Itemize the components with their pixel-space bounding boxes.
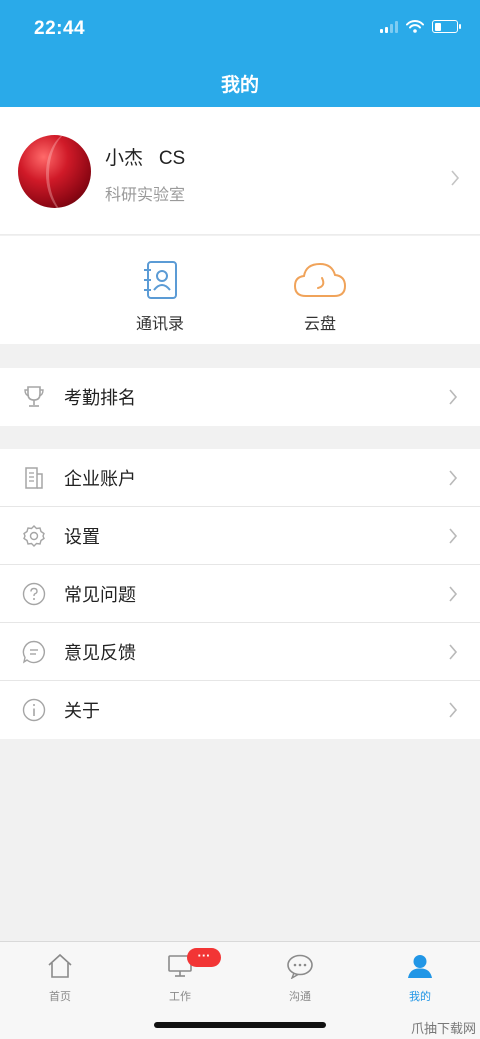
profile-card[interactable]: 小杰 CS 科研实验室 xyxy=(0,107,480,235)
menu-group-attendance: 考勤排名 xyxy=(0,368,480,426)
menu-item-faq[interactable]: 常见问题 xyxy=(0,565,480,623)
chevron-right-icon xyxy=(449,470,458,486)
contacts-book-icon xyxy=(144,261,177,299)
cloud-drive-label: 云盘 xyxy=(303,316,336,333)
profile-department: 科研实验室 xyxy=(105,187,186,204)
watermark: 爪抽下载网 xyxy=(410,1021,476,1036)
menu-label: 意见反馈 xyxy=(64,642,136,663)
menu-item-feedback[interactable]: 意见反馈 xyxy=(0,623,480,681)
tab-label: 我的 xyxy=(409,991,431,1003)
gear-icon xyxy=(22,524,46,548)
avatar xyxy=(18,135,91,208)
cloud-icon xyxy=(293,262,347,297)
tab-home[interactable]: 首页 xyxy=(0,952,120,1004)
contacts-label: 通讯录 xyxy=(135,316,184,333)
menu-item-settings[interactable]: 设置 xyxy=(0,507,480,565)
tab-label: 工作 xyxy=(169,991,191,1003)
chevron-right-icon xyxy=(449,644,458,660)
menu-item-enterprise-account[interactable]: 企业账户 xyxy=(0,449,480,507)
home-icon xyxy=(48,953,72,978)
signal-icon xyxy=(380,20,398,33)
menu-label: 考勤排名 xyxy=(64,388,136,408)
menu-label: 常见问题 xyxy=(64,584,136,605)
menu-item-attendance-ranking[interactable]: 考勤排名 xyxy=(0,368,480,426)
tab-mine[interactable]: 我的 xyxy=(360,952,480,1004)
wifi-icon xyxy=(406,20,424,33)
status-icons xyxy=(380,20,461,33)
menu-label: 关于 xyxy=(64,701,100,721)
trophy-icon xyxy=(22,385,46,409)
chevron-right-icon xyxy=(449,702,458,718)
building-icon xyxy=(22,466,46,490)
page-title: 我的 xyxy=(220,75,259,96)
menu-label: 设置 xyxy=(64,526,100,547)
tab-work[interactable]: ··· 工作 xyxy=(120,948,240,1004)
chevron-right-icon xyxy=(449,528,458,544)
quick-actions: 通讯录 云盘 xyxy=(0,236,480,344)
tab-chat[interactable]: 沟通 xyxy=(240,952,360,1004)
notification-badge: ··· xyxy=(187,948,221,967)
cloud-drive-button[interactable]: 云盘 xyxy=(270,258,370,334)
chevron-right-icon xyxy=(449,389,458,405)
chat-icon xyxy=(287,954,313,979)
battery-icon xyxy=(432,20,461,33)
tab-label: 首页 xyxy=(49,991,71,1003)
chevron-right-icon xyxy=(449,586,458,602)
contacts-button[interactable]: 通讯录 xyxy=(110,258,210,334)
info-icon xyxy=(22,698,46,722)
question-icon xyxy=(22,582,46,606)
menu-label: 企业账户 xyxy=(64,468,136,489)
menu-group-settings: 企业账户 设置 常见问题 意见反馈 关于 xyxy=(0,449,480,739)
tab-label: 沟通 xyxy=(289,991,311,1003)
feedback-icon xyxy=(22,640,46,664)
home-indicator xyxy=(154,1022,326,1028)
person-icon xyxy=(408,955,432,978)
nav-bar: 我的 xyxy=(0,58,480,107)
status-time: 22:44 xyxy=(34,18,86,39)
menu-item-about[interactable]: 关于 xyxy=(0,681,480,739)
chevron-right-icon xyxy=(451,170,460,186)
profile-name: 小杰 CS xyxy=(105,148,186,169)
status-bar: 22:44 xyxy=(0,0,480,58)
